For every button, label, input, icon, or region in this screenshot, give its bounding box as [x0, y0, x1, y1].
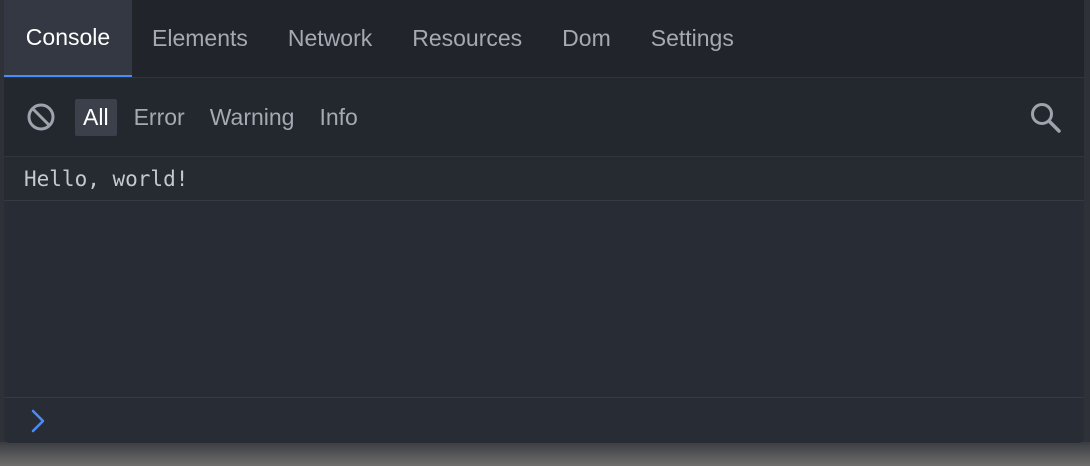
console-log-area: Hello, world! [4, 157, 1084, 397]
console-input[interactable] [58, 405, 1064, 437]
tab-bar: Console Elements Network Resources Dom S… [4, 0, 1084, 78]
filter-all[interactable]: All [75, 98, 117, 136]
filter-warning[interactable]: Warning [202, 99, 303, 136]
desktop-background-strip [0, 442, 1090, 466]
log-message: Hello, world! [24, 166, 189, 191]
tab-network[interactable]: Network [268, 0, 392, 77]
console-prompt [4, 397, 1084, 443]
tab-dom[interactable]: Dom [542, 0, 631, 77]
tab-console[interactable]: Console [4, 0, 132, 77]
log-entry: Hello, world! [4, 157, 1084, 201]
chevron-right-icon [28, 408, 48, 434]
filter-info[interactable]: Info [311, 99, 365, 136]
level-filters: All Error Warning Info [75, 98, 375, 136]
tab-resources[interactable]: Resources [392, 0, 542, 77]
search-button[interactable] [1026, 98, 1066, 138]
console-panel: Console Elements Network Resources Dom S… [4, 0, 1084, 443]
clear-console-icon [27, 103, 55, 131]
search-icon [1031, 103, 1061, 133]
filter-error[interactable]: Error [126, 99, 193, 136]
tab-settings[interactable]: Settings [631, 0, 754, 77]
tab-elements[interactable]: Elements [132, 0, 268, 77]
clear-console-button[interactable] [21, 97, 61, 137]
console-toolbar: All Error Warning Info [4, 78, 1084, 157]
